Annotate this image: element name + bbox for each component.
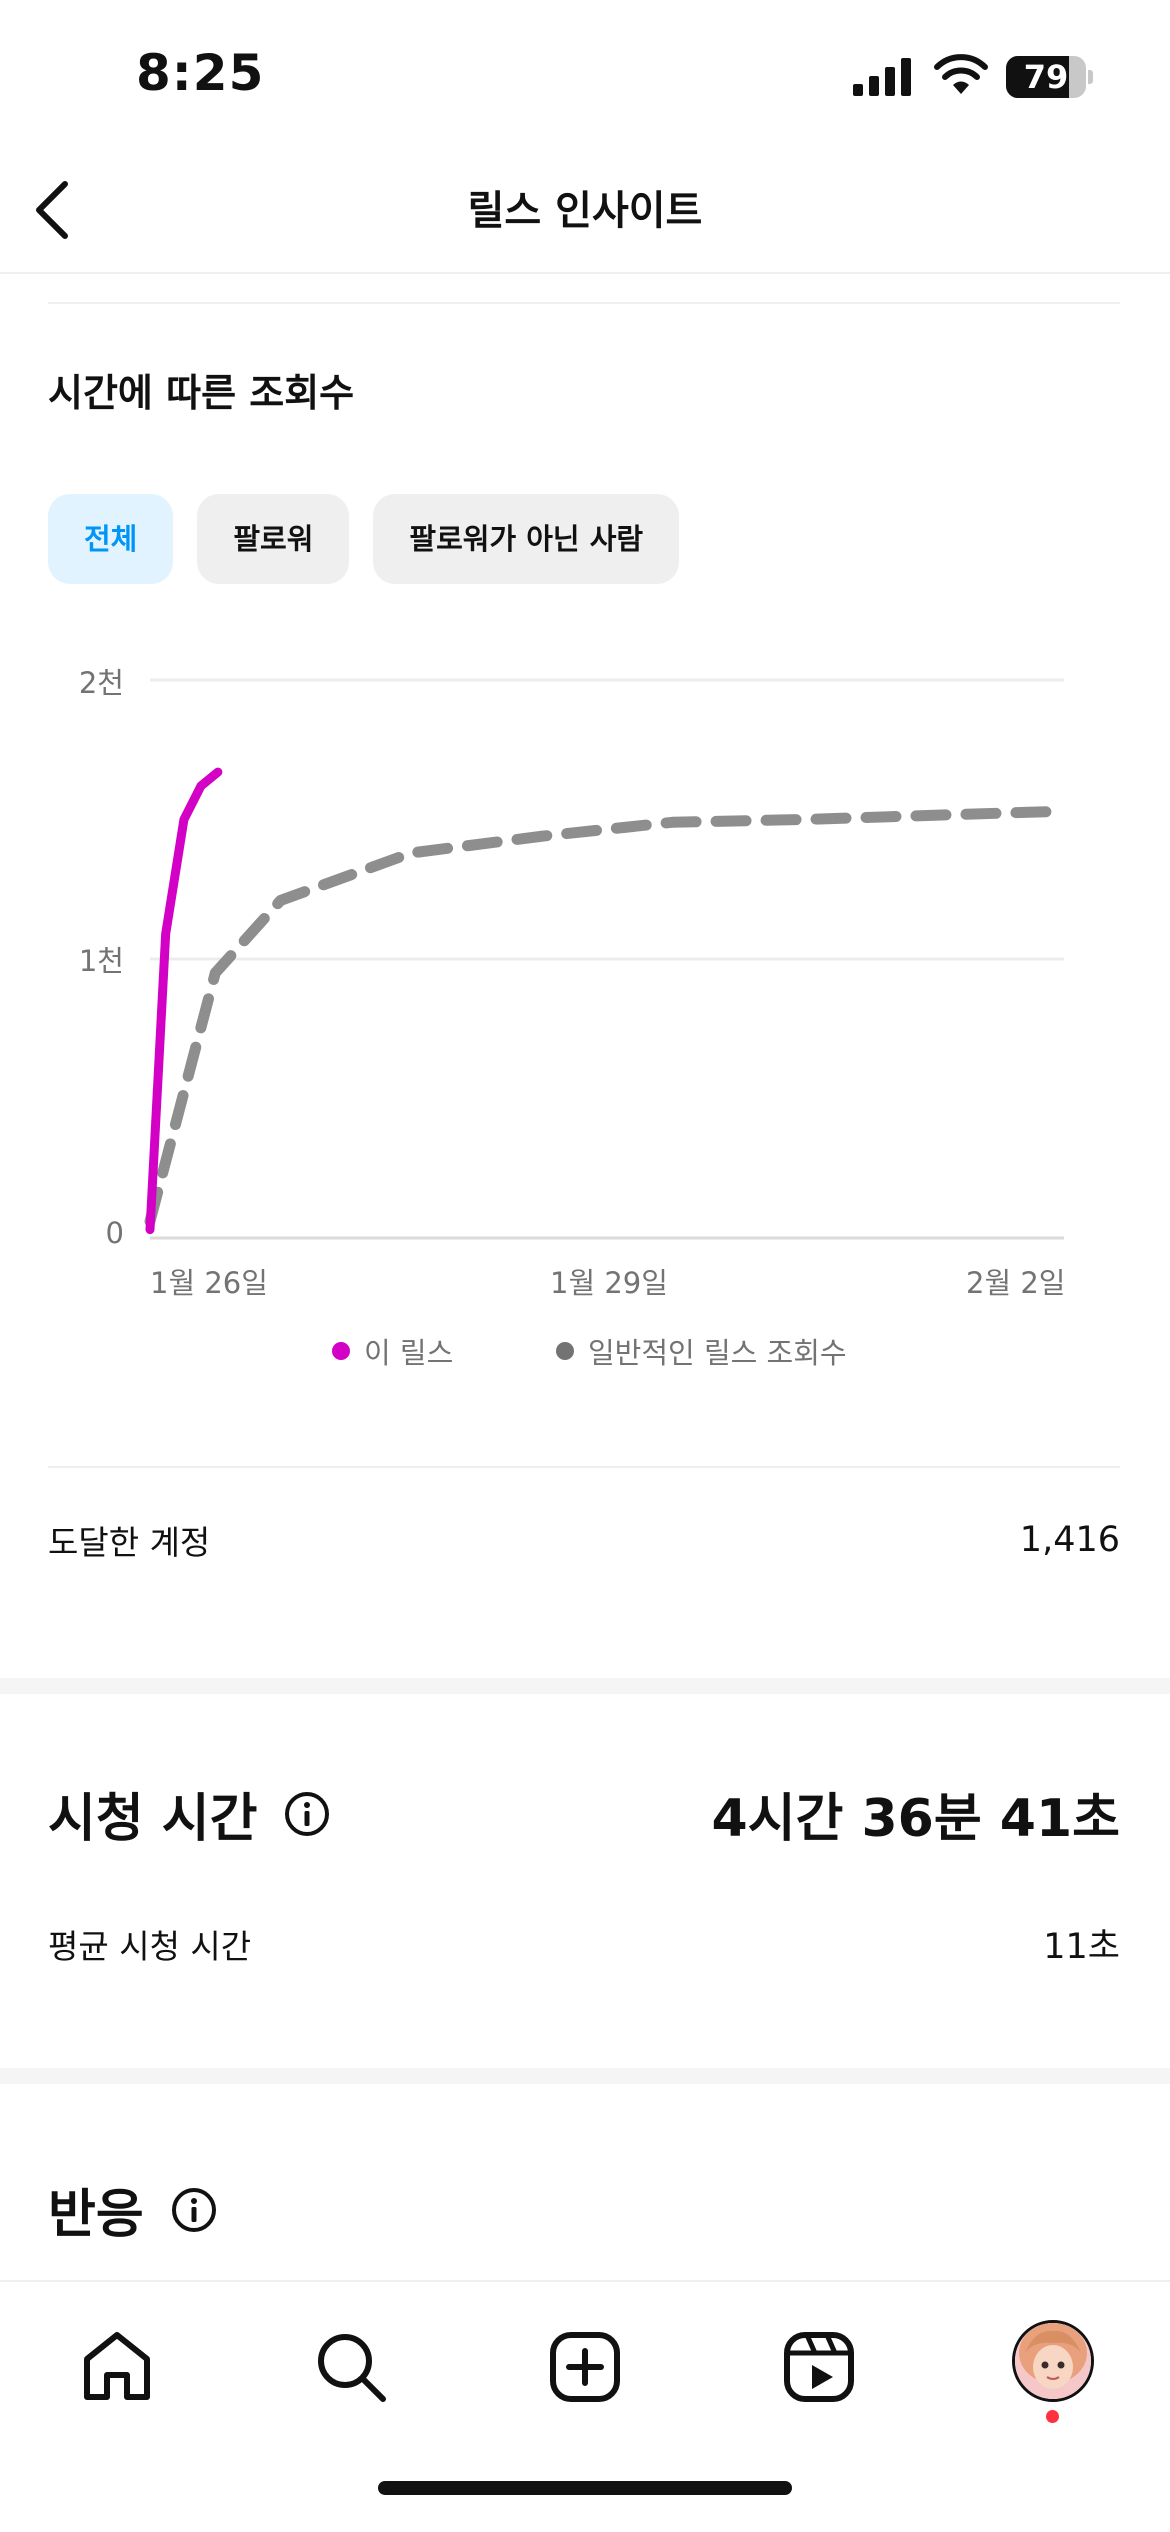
- avg-watch-time-row: 평균 시청 시간 11초: [48, 1918, 1120, 1969]
- x-tick-label: 1월 26일: [150, 1266, 268, 1300]
- battery-level: 79: [1023, 58, 1069, 96]
- page-title: 릴스 인사이트: [467, 188, 703, 234]
- reactions-row: 반응: [48, 2172, 1120, 2247]
- legend-label: 이 릴스: [364, 1336, 454, 1370]
- tab-create[interactable]: [540, 2322, 630, 2412]
- section-divider: [48, 302, 1120, 304]
- create-icon: [550, 2332, 620, 2402]
- chart-legend: 이 릴스 일반적인 릴스 조회수: [0, 1330, 1170, 1374]
- wifi-icon: [934, 54, 988, 94]
- legend-item-this-reel: 이 릴스: [332, 1330, 453, 1372]
- tab-search[interactable]: [306, 2322, 396, 2412]
- legend-label: 일반적인 릴스 조회수: [588, 1336, 847, 1370]
- filter-all[interactable]: 전체: [48, 494, 174, 584]
- tab-reels[interactable]: [774, 2322, 864, 2412]
- watch-time-value: 4시간 36분 41초: [711, 1789, 1120, 1849]
- x-tick-label: 1월 29일: [550, 1266, 668, 1300]
- section-divider: [48, 1466, 1120, 1468]
- watch-time-heading: 시청 시간: [48, 1776, 331, 1851]
- tab-profile-avatar[interactable]: [1012, 2320, 1094, 2402]
- avg-watch-time-label: 평균 시청 시간: [48, 1926, 252, 1966]
- legend-dot: [556, 1342, 574, 1360]
- filter-non-followers[interactable]: 팔로워가 아닌 사람: [373, 494, 680, 584]
- audience-filter-group: 전체 팔로워 팔로워가 아닌 사람: [48, 494, 680, 584]
- status-bar: 8:25 79: [0, 0, 1170, 150]
- status-time: 8:25: [136, 44, 265, 102]
- avatar-image: [1015, 2323, 1091, 2399]
- home-indicator: [378, 2481, 792, 2495]
- search-icon: [318, 2334, 386, 2402]
- nav-bar: 릴스 인사이트: [0, 150, 1170, 272]
- watch-time-row: 시청 시간 4시간 36분 41초: [48, 1776, 1120, 1851]
- avg-watch-time-value: 11초: [1043, 1927, 1120, 1967]
- battery-icon: 79: [1006, 56, 1093, 98]
- reach-row: 도달한 계정 1,416: [48, 1516, 1120, 1564]
- views-chart-plot: [144, 678, 1070, 1240]
- info-icon[interactable]: [170, 2186, 218, 2234]
- reach-label: 도달한 계정: [48, 1523, 211, 1562]
- watch-time-label: 시청 시간: [48, 1789, 258, 1849]
- filter-followers[interactable]: 팔로워: [197, 494, 350, 584]
- info-icon[interactable]: [283, 1790, 331, 1838]
- home-icon: [84, 2332, 150, 2400]
- chevron-left-icon: [36, 181, 68, 239]
- notification-dot: [1046, 2410, 1059, 2423]
- reels-insights-screen: 8:25 79 릴스 인사이트 시간에 따른 조회수 전체 팔로워 팔로워가 아…: [0, 0, 1170, 2532]
- series-line-typical-reels: [144, 805, 1070, 1227]
- back-button[interactable]: [18, 170, 88, 250]
- tab-home[interactable]: [72, 2322, 162, 2412]
- legend-item-typical-reels: 일반적인 릴스 조회수: [556, 1330, 847, 1372]
- reactions-heading: 반응: [48, 2172, 218, 2247]
- views-over-time-title: 시간에 따른 조회수: [48, 371, 355, 415]
- cellular-signal-icon: [853, 58, 911, 96]
- reach-value: 1,416: [1019, 1520, 1120, 1560]
- views-chart: 2천 1천 0 1월 26일 1월 29일 2월 2일: [0, 640, 1170, 1320]
- reels-icon: [784, 2332, 854, 2402]
- x-tick-label: 2월 2일: [966, 1266, 1066, 1300]
- nav-divider: [0, 272, 1170, 274]
- section-separator: [0, 2068, 1170, 2084]
- legend-dot: [332, 1342, 350, 1360]
- reactions-label: 반응: [48, 2185, 144, 2245]
- section-separator: [0, 1678, 1170, 1694]
